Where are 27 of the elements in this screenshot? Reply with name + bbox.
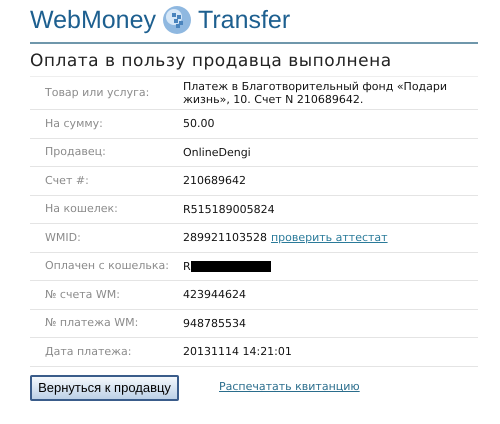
field-value: Платеж в Благотворительный фонд «Подари жизнь», 10. Счет N 210689642. xyxy=(183,80,448,106)
field-value: R515189005824 xyxy=(183,202,275,216)
field-value: 210689642 xyxy=(183,174,246,188)
field-value: R xyxy=(183,260,191,273)
field-value: 289921103528 xyxy=(183,231,267,244)
print-receipt-link[interactable]: Распечатать квитанцию xyxy=(219,379,360,396)
field-label: Товар или услуга: xyxy=(44,84,150,101)
field-value: 948785534 xyxy=(183,316,246,330)
page-title: Оплата в пользу продавца выполнена xyxy=(30,50,393,73)
field-value: 423944624 xyxy=(183,288,246,302)
check-certificate-link[interactable]: проверить аттестат xyxy=(270,231,388,244)
logo-text: Transfer xyxy=(198,8,290,32)
field-value: 20131114 14:21:01 xyxy=(183,345,292,358)
field-label: На сумму: xyxy=(44,116,104,132)
field-label: На кошелек: xyxy=(44,201,119,217)
logo-text: WebMoney xyxy=(30,8,156,32)
field-label: Оплачен с кошелька: xyxy=(44,258,170,274)
field-label: Дата платежа: xyxy=(44,344,132,360)
return-button[interactable]: Вернуться к продавцу xyxy=(30,374,179,400)
field-label: № платежа WM: xyxy=(44,315,140,331)
globe-icon xyxy=(162,5,192,35)
field-label: Продавец: xyxy=(44,144,107,160)
field-value: OnlineDengi xyxy=(183,146,251,159)
field-label: № счета WM: xyxy=(44,286,121,302)
field-label: WMID: xyxy=(44,230,82,246)
field-value: 50.00 xyxy=(183,117,214,130)
field-label: Счет #: xyxy=(44,172,90,188)
